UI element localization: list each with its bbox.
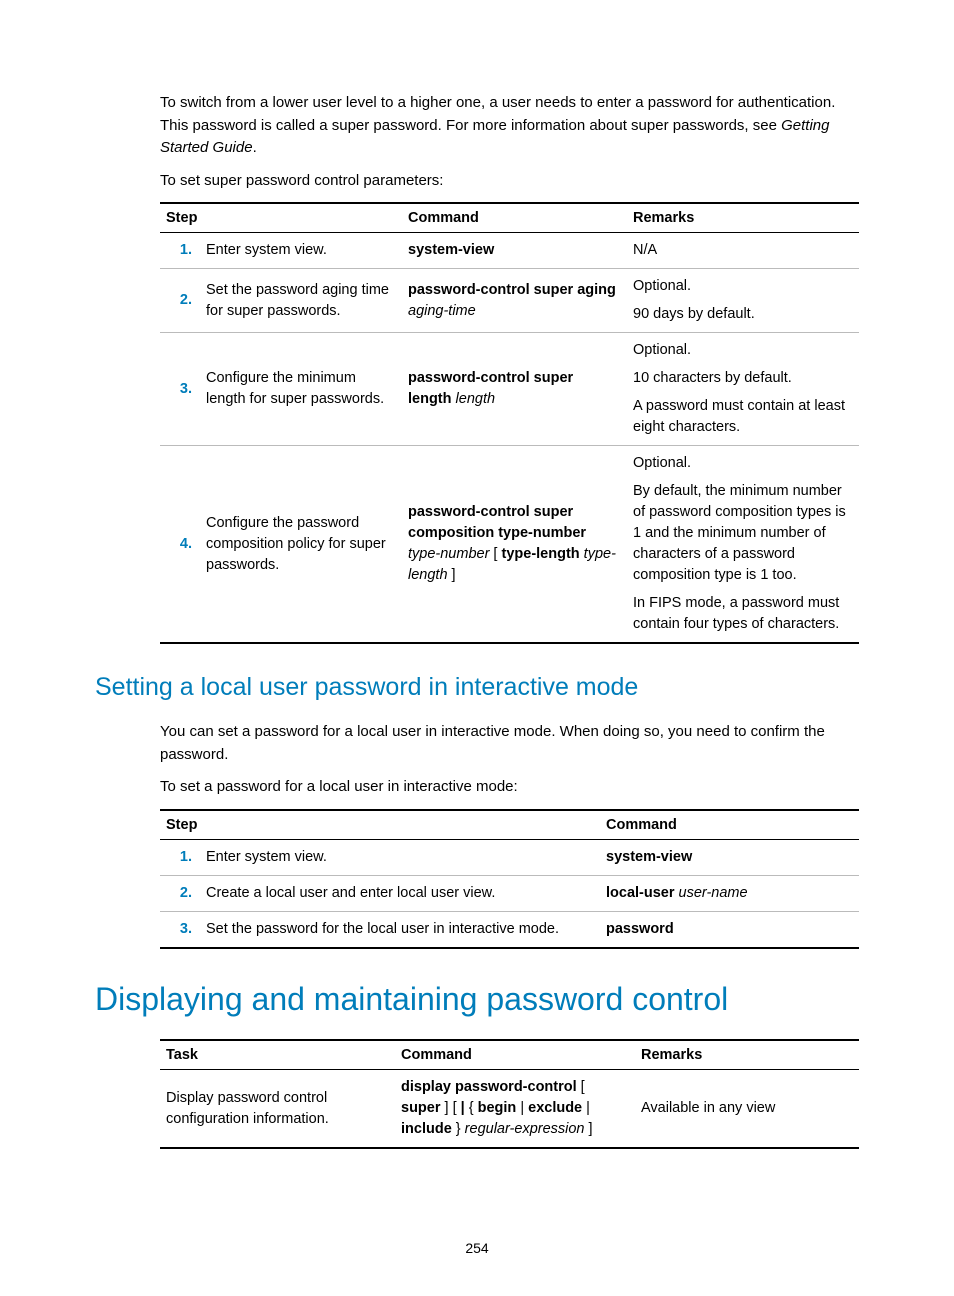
th-remarks: Remarks — [635, 1040, 859, 1070]
table-row: 2. Set the password aging time for super… — [160, 269, 859, 333]
section2-lead: To set a password for a local user in in… — [160, 776, 859, 799]
step-desc: Configure the password composition polic… — [200, 446, 402, 644]
th-command: Command — [402, 203, 627, 233]
th-step: Step — [160, 203, 402, 233]
table-row: 3. Configure the minimum length for supe… — [160, 333, 859, 446]
heading-displaying-maintaining: Displaying and maintaining password cont… — [95, 979, 859, 1019]
step-remarks: Optional. 90 days by default. — [627, 269, 859, 333]
th-remarks: Remarks — [627, 203, 859, 233]
step-number: 1. — [160, 233, 200, 269]
table-row: 2. Create a local user and enter local u… — [160, 876, 859, 912]
table-row: 3. Set the password for the local user i… — [160, 912, 859, 949]
step-desc: Set the password aging time for super pa… — [200, 269, 402, 333]
task-desc: Display password control configuration i… — [160, 1070, 395, 1149]
table-row: 1. Enter system view. system-view — [160, 839, 859, 875]
step-desc: Set the password for the local user in i… — [200, 912, 600, 949]
step-command: password-control super length length — [402, 333, 627, 446]
step-remarks: Optional. By default, the minimum number… — [627, 446, 859, 644]
heading-local-user-password: Setting a local user password in interac… — [95, 672, 859, 703]
intro-text-a: To switch from a lower user level to a h… — [160, 94, 835, 134]
task-command: display password-control [ super ] [ | {… — [395, 1070, 635, 1149]
step-remarks: N/A — [627, 233, 859, 269]
step-number: 1. — [160, 839, 200, 875]
table-row: 1. Enter system view. system-view N/A — [160, 233, 859, 269]
intro-text-b: . — [253, 139, 257, 156]
step-command: password-control super aging aging-time — [402, 269, 627, 333]
step-number: 3. — [160, 912, 200, 949]
step-number: 3. — [160, 333, 200, 446]
step-desc: Enter system view. — [200, 839, 600, 875]
page-number: 254 — [0, 1240, 954, 1256]
th-command: Command — [600, 810, 859, 840]
task-remarks: Available in any view — [635, 1070, 859, 1149]
th-step: Step — [160, 810, 600, 840]
step-command: password-control super composition type-… — [402, 446, 627, 644]
th-command: Command — [395, 1040, 635, 1070]
step-remarks: Optional. 10 characters by default. A pa… — [627, 333, 859, 446]
step-number: 2. — [160, 876, 200, 912]
table-row: 4. Configure the password composition po… — [160, 446, 859, 644]
step-desc: Create a local user and enter local user… — [200, 876, 600, 912]
step-desc: Enter system view. — [200, 233, 402, 269]
intro-paragraph: To switch from a lower user level to a h… — [160, 92, 859, 160]
th-task: Task — [160, 1040, 395, 1070]
step-command: local-user user-name — [600, 876, 859, 912]
intro-lead: To set super password control parameters… — [160, 170, 859, 193]
step-command: system-view — [402, 233, 627, 269]
step-number: 4. — [160, 446, 200, 644]
step-number: 2. — [160, 269, 200, 333]
table-row: Display password control configuration i… — [160, 1070, 859, 1149]
step-command: system-view — [600, 839, 859, 875]
step-command: password — [600, 912, 859, 949]
local-user-table: Step Command 1. Enter system view. syste… — [160, 809, 859, 949]
step-desc: Configure the minimum length for super p… — [200, 333, 402, 446]
super-password-table: Step Command Remarks 1. Enter system vie… — [160, 202, 859, 644]
section2-p1: You can set a password for a local user … — [160, 721, 859, 766]
display-maintain-table: Task Command Remarks Display password co… — [160, 1039, 859, 1149]
